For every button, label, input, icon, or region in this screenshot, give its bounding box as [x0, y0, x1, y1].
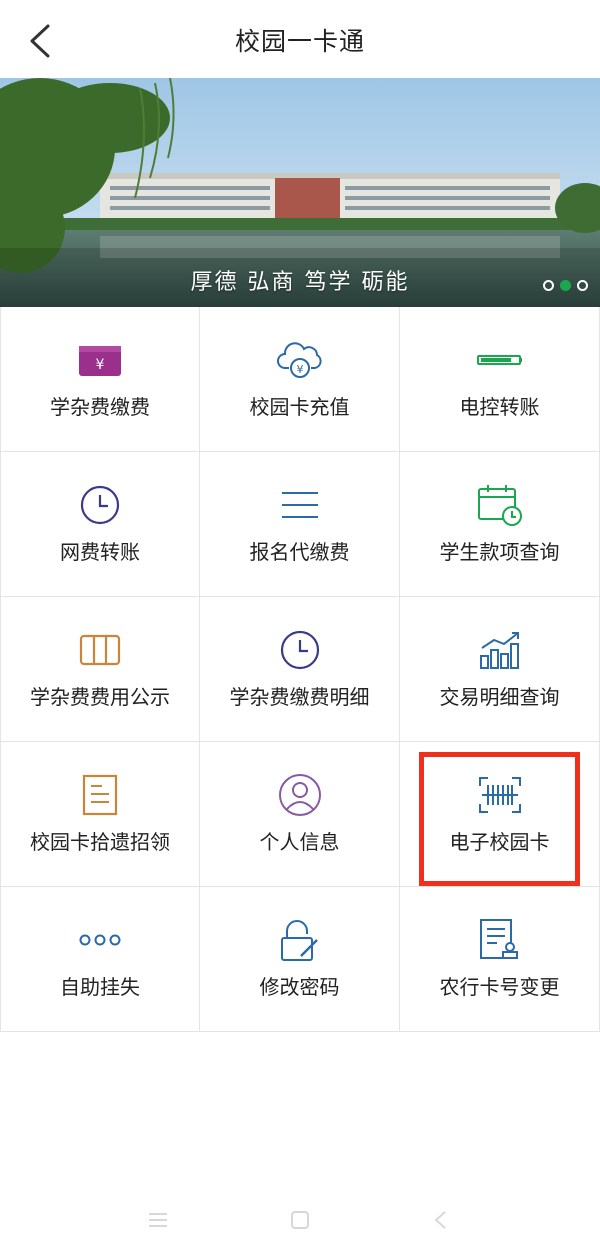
barcode-scan-icon: [478, 777, 521, 813]
grid-item-lost-and-found[interactable]: 校园卡拾遗招领: [0, 742, 200, 887]
grid-item-e-campus-card[interactable]: 电子校园卡: [400, 742, 600, 887]
grid-item-label: 网费转账: [60, 540, 140, 564]
grid-item-student-fund-query[interactable]: 学生款项查询: [400, 452, 600, 597]
grid-item-label: 报名代缴费: [249, 540, 350, 564]
service-grid: ¥ 学杂费缴费 ¥ 校园卡充值 电控转账 网费转账 报名代缴费 学生款项查询 学…: [0, 307, 600, 1033]
nav-back-button[interactable]: [422, 1202, 458, 1238]
list-lines-icon: [281, 492, 318, 518]
more-dots-icon: [79, 934, 121, 946]
grid-item-label: 学生款项查询: [439, 540, 560, 564]
grid-item-change-password[interactable]: 修改密码: [200, 887, 400, 1032]
grid-item-personal-info[interactable]: 个人信息: [200, 742, 400, 887]
nav-home-button[interactable]: [282, 1202, 318, 1238]
grid-item-power-transfer[interactable]: 电控转账: [400, 307, 600, 452]
grid-item-tuition-payment[interactable]: ¥ 学杂费缴费: [0, 307, 200, 452]
clock-icon: [80, 485, 120, 525]
carousel-dot[interactable]: [543, 280, 554, 291]
svg-text:¥: ¥: [296, 363, 303, 376]
grid-item-self-report-loss[interactable]: 自助挂失: [0, 887, 200, 1032]
tuition-payment-card-icon: ¥: [79, 346, 121, 376]
nav-menu-button[interactable]: [140, 1202, 176, 1238]
system-navbar: [0, 1190, 600, 1250]
carousel-dot-active[interactable]: [560, 280, 571, 291]
grid-item-label: 学杂费缴费: [50, 395, 150, 419]
grid-item-label: 个人信息: [259, 830, 340, 854]
battery-bar-icon: [476, 355, 522, 365]
grid-item-label: 校园卡拾遗招领: [30, 830, 170, 854]
grid-item-label: 学杂费缴费明细: [229, 685, 370, 709]
back-triangle-icon: [434, 1211, 446, 1229]
bar-chart-trend-icon: [479, 632, 519, 669]
page-title: 校园一卡通: [234, 27, 365, 56]
grid-item-registration-fee[interactable]: 报名代缴费: [200, 452, 400, 597]
grid-item-transaction-query[interactable]: 交易明细查询: [400, 597, 600, 742]
grid-item-network-fee[interactable]: 网费转账: [0, 452, 200, 597]
grid-item-fee-publicity[interactable]: 学杂费费用公示: [0, 597, 200, 742]
clock-icon: [280, 630, 319, 670]
cloud-recharge-icon: ¥: [276, 342, 322, 378]
banner-caption: 厚德 弘商 笃学 砺能: [190, 270, 410, 295]
grid-item-label: 电控转账: [459, 395, 540, 419]
banner-carousel[interactable]: 厚德 弘商 笃学 砺能: [0, 78, 600, 307]
columns-board-icon: [79, 634, 121, 666]
grid-item-label: 电子校园卡: [449, 830, 550, 854]
calendar-clock-icon: [477, 485, 522, 526]
user-profile-icon: [278, 774, 321, 816]
grid-item-card-recharge[interactable]: ¥ 校园卡充值: [200, 307, 400, 452]
carousel-dot[interactable]: [577, 280, 588, 291]
grid-item-abc-card-change[interactable]: 农行卡号变更: [400, 887, 600, 1032]
lock-edit-icon: [280, 920, 318, 961]
svg-text:¥: ¥: [96, 357, 105, 373]
home-square-icon: [291, 1211, 309, 1229]
grid-item-label: 农行卡号变更: [439, 975, 560, 999]
document-stamp-icon: [479, 919, 518, 959]
menu-icon: [149, 1213, 167, 1227]
document-icon: [82, 774, 118, 816]
carousel-indicator: [543, 280, 588, 291]
grid-item-label: 修改密码: [259, 975, 340, 999]
grid-item-label: 交易明细查询: [439, 685, 560, 709]
grid-item-label: 学杂费费用公示: [30, 685, 170, 709]
grid-item-label: 校园卡充值: [249, 395, 350, 419]
grid-item-label: 自助挂失: [60, 975, 140, 999]
grid-item-payment-details[interactable]: 学杂费缴费明细: [200, 597, 400, 742]
header-bar: 校园一卡通: [0, 0, 600, 78]
